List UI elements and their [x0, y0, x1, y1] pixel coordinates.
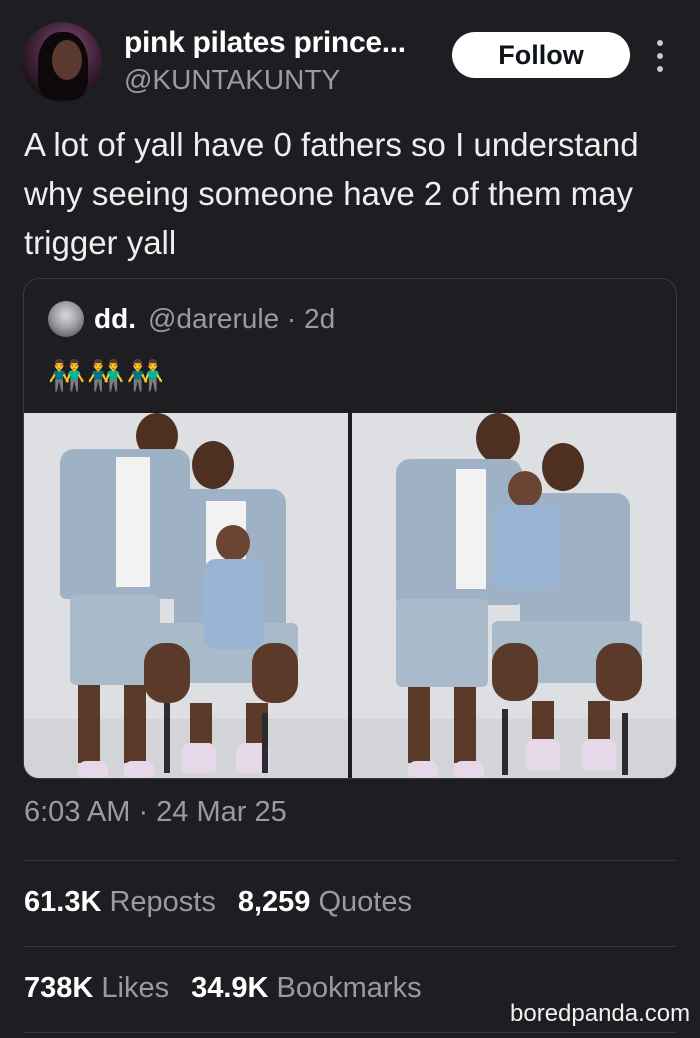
quotes-label: Quotes: [318, 886, 412, 918]
quoted-author-handle[interactable]: @darerule · 2d: [148, 303, 335, 335]
watermark: boredpanda.com: [506, 1000, 695, 1028]
reposts-stat[interactable]: 61.3K Reposts: [24, 886, 216, 918]
bookmarks-count: 34.9K: [191, 972, 269, 1004]
reposts-label: Reposts: [109, 886, 216, 918]
more-vertical-icon[interactable]: [648, 36, 672, 76]
author-handle[interactable]: @KUNTAKUNTY: [124, 64, 340, 96]
stats-row-reposts-quotes: 61.3K Reposts 8,259 Quotes: [24, 886, 412, 919]
divider: [24, 860, 676, 861]
author-display-name[interactable]: pink pilates prince...: [124, 26, 406, 60]
tweet-header: pink pilates prince... @KUNTAKUNTY Follo…: [0, 0, 700, 110]
tweet-timestamp[interactable]: 6:03 AM · 24 Mar 25: [24, 796, 287, 829]
quotes-stat[interactable]: 8,259 Quotes: [238, 886, 412, 918]
quoted-author-name[interactable]: dd.: [94, 303, 136, 335]
likes-stat[interactable]: 738K Likes: [24, 972, 169, 1004]
follow-button[interactable]: Follow: [452, 32, 630, 78]
bookmarks-stat[interactable]: 34.9K Bookmarks: [191, 972, 422, 1004]
quoted-photo-2[interactable]: [352, 413, 676, 778]
likes-count: 738K: [24, 972, 94, 1004]
quoted-tweet[interactable]: dd. @darerule · 2d 👬👬👬: [23, 278, 677, 779]
quotes-count: 8,259: [237, 886, 311, 918]
quoted-tweet-emojis: 👬👬👬: [48, 360, 167, 393]
tweet-text: A lot of yall have 0 fathers so I unders…: [24, 126, 639, 261]
divider: [24, 1032, 676, 1033]
divider: [24, 946, 676, 947]
likes-label: Likes: [101, 972, 170, 1004]
stats-row-likes-bookmarks: 738K Likes 34.9K Bookmarks: [24, 972, 422, 1005]
bookmarks-label: Bookmarks: [276, 972, 422, 1004]
author-avatar[interactable]: [22, 22, 102, 102]
quoted-photo-1[interactable]: [24, 413, 348, 778]
quoted-author-avatar[interactable]: [48, 301, 84, 337]
avatar-face: [52, 40, 82, 80]
reposts-count: 61.3K: [24, 886, 102, 918]
